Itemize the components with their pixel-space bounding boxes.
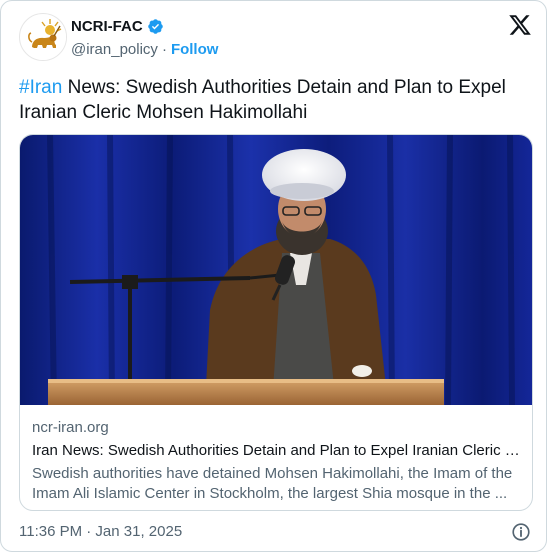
- post-text: #Iran News: Swedish Authorities Detain a…: [19, 75, 529, 125]
- post-header: NCRI-FAC @iran_policy · Follow: [19, 13, 532, 63]
- link-title[interactable]: Iran News: Swedish Authorities Detain an…: [32, 441, 520, 461]
- link-preview-image: [20, 135, 532, 405]
- handle-row: @iran_policy · Follow: [71, 41, 218, 58]
- link-preview-card[interactable]: ncr-iran.org Iran News: Swedish Authorit…: [19, 134, 533, 511]
- post-body-text: News: Swedish Authorities Detain and Pla…: [19, 77, 506, 123]
- info-icon[interactable]: [510, 521, 532, 543]
- link-preview-meta: ncr-iran.org Iran News: Swedish Authorit…: [32, 418, 520, 504]
- separator-dot: ·: [161, 41, 167, 58]
- link-description: Swedish authorities have detained Mohsen…: [32, 465, 513, 502]
- author-display-name[interactable]: NCRI-FAC: [71, 18, 143, 35]
- hashtag-link[interactable]: #Iran: [19, 77, 62, 98]
- post-footer: 11:36 PM · Jan 31, 2025: [19, 521, 532, 545]
- verified-badge-icon: [147, 19, 163, 34]
- cleric-at-podium-photo: [20, 135, 532, 405]
- name-row: NCRI-FAC: [71, 18, 164, 35]
- link-domain[interactable]: ncr-iran.org: [32, 418, 520, 438]
- x-logo-icon[interactable]: [508, 13, 532, 37]
- lion-and-sun-emblem-icon: [21, 15, 66, 60]
- follow-button[interactable]: Follow: [171, 41, 219, 58]
- post-timestamp[interactable]: 11:36 PM · Jan 31, 2025: [19, 523, 182, 540]
- embedded-post-card[interactable]: NCRI-FAC @iran_policy · Follow #Iran New…: [0, 0, 547, 552]
- author-handle[interactable]: @iran_policy: [71, 41, 158, 58]
- avatar[interactable]: [19, 13, 67, 61]
